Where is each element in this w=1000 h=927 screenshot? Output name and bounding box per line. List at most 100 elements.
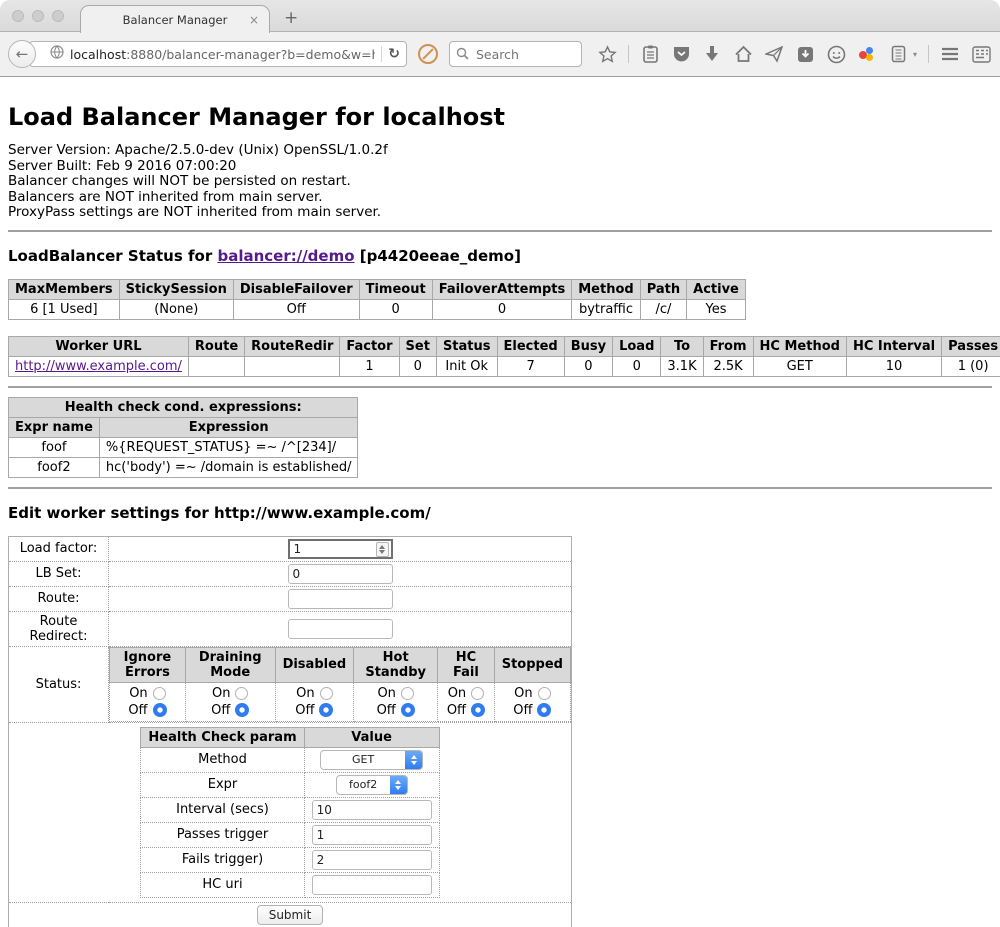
new-tab-button[interactable]: + (284, 8, 298, 28)
save-to-device-icon[interactable] (795, 44, 815, 64)
status-label: Status: (9, 646, 109, 722)
url-text[interactable]: localhost:8880/balancer-manager?b=demo&w… (70, 47, 375, 62)
notice-line: ProxyPass settings are NOT inherited fro… (8, 205, 992, 221)
back-button[interactable]: ← (8, 40, 36, 68)
keyboard-grid-icon[interactable] (971, 44, 991, 64)
disabled-on-radio[interactable] (320, 687, 333, 700)
table-header-row: Expr name Expression (9, 417, 358, 437)
server-version-line: Server Version: Apache/2.5.0-dev (Unix) … (8, 143, 992, 159)
stopped-on-radio[interactable] (538, 687, 551, 700)
select-arrows-icon (390, 776, 407, 794)
table-row: foof %{REQUEST_STATUS} =~ /^[234]/ (9, 437, 358, 457)
navigation-toolbar: ← localhost:8880/balancer-manager?b=demo… (0, 32, 1000, 77)
balancer-demo-link[interactable]: balancer://demo (217, 247, 354, 265)
hello-chat-icon[interactable] (826, 44, 846, 64)
route-redirect-row: Route Redirect: (9, 611, 572, 646)
ignore-errors-on-radio[interactable] (153, 687, 166, 700)
tab-title: Balancer Manager (123, 13, 228, 27)
edit-worker-form: Load factor: LB Set: Route: Route Redire… (8, 536, 572, 927)
toolbar-icons: ▾ (597, 44, 991, 64)
hc-fail-radios: On Off (438, 682, 495, 721)
pocket-icon[interactable] (671, 44, 691, 64)
stopped-radios: On Off (494, 682, 570, 721)
select-arrows-icon (405, 751, 422, 769)
table-row: 6 [1 Used] (None) Off 0 0 bytraffic /c/ … (9, 299, 746, 319)
firefox-account-icon[interactable] (857, 44, 877, 64)
status-table: Ignore Errors Draining Mode Disabled Hot… (109, 647, 571, 722)
ignore-errors-radios: On Off (110, 682, 186, 721)
browser-window: Balancer Manager × + ← localhost:8880/ba… (0, 0, 1000, 927)
passes-input[interactable] (312, 825, 432, 845)
home-icon[interactable] (733, 44, 753, 64)
window-controls[interactable] (12, 10, 64, 22)
minimize-window-icon[interactable] (32, 10, 44, 22)
menu-hamburger-icon[interactable] (940, 44, 960, 64)
passes-label: Passes trigger (141, 822, 304, 847)
route-input[interactable] (288, 589, 393, 609)
expr-row: Expr foof2 (141, 772, 439, 797)
reading-list-icon[interactable] (640, 44, 660, 64)
load-factor-row: Load factor: (9, 536, 572, 561)
status-row: Status: Ignore Errors Draining Mode Disa… (9, 646, 572, 722)
health-check-table: Health Check param Value Method GET (140, 727, 439, 898)
page-content: Load Balancer Manager for localhost Serv… (0, 103, 1000, 927)
expr-select[interactable]: foof2 (336, 775, 408, 795)
fails-label: Fails trigger) (141, 847, 304, 872)
table-caption-row: Health check cond. expressions: (9, 397, 358, 417)
table-row: http://www.example.com/ 1 0 Init Ok 7 0 … (9, 356, 1000, 376)
downloads-icon[interactable] (702, 44, 722, 64)
draining-mode-radios: On Off (185, 682, 275, 721)
zoom-window-icon[interactable] (52, 10, 64, 22)
chevron-down-icon[interactable]: ▾ (913, 50, 917, 59)
tab-balancer-manager[interactable]: Balancer Manager × (80, 5, 270, 33)
hc-uri-input[interactable] (312, 875, 432, 895)
load-factor-input-wrap (288, 539, 393, 559)
lb-status-heading: LoadBalancer Status for balancer://demo … (8, 247, 992, 265)
blocked-content-icon[interactable] (418, 44, 438, 64)
health-check-params-row: Health Check param Value Method GET (9, 722, 572, 902)
method-select[interactable]: GET (320, 750, 423, 770)
bookmark-star-icon[interactable] (597, 44, 617, 64)
hot-standby-on-radio[interactable] (401, 687, 414, 700)
expr-label: Expr (141, 772, 304, 797)
search-input[interactable] (474, 46, 564, 63)
draining-mode-on-radio[interactable] (235, 687, 248, 700)
divider (8, 386, 992, 388)
disabled-off-radio[interactable] (319, 703, 333, 717)
table-header-row: Health Check param Value (141, 727, 439, 747)
url-domain: localhost (70, 47, 126, 62)
sidebar-notes-icon[interactable] (888, 44, 908, 64)
interval-input[interactable] (312, 800, 432, 820)
worker-table: Worker URL Route RouteRedir Factor Set S… (8, 336, 1000, 377)
search-bar[interactable] (449, 41, 582, 67)
hc-fail-off-radio[interactable] (471, 703, 485, 717)
edit-worker-heading: Edit worker settings for http://www.exam… (8, 504, 992, 522)
url-bar[interactable]: localhost:8880/balancer-manager?b=demo&w… (29, 41, 407, 67)
ignore-errors-off-radio[interactable] (153, 703, 167, 717)
lb-set-row: LB Set: (9, 561, 572, 586)
draining-mode-off-radio[interactable] (235, 703, 249, 717)
notice-line: Balancers are NOT inherited from main se… (8, 190, 992, 206)
globe-icon (50, 45, 64, 63)
close-window-icon[interactable] (12, 10, 24, 22)
submit-button[interactable]: Submit (257, 905, 324, 925)
worker-url-link[interactable]: http://www.example.com/ (15, 359, 182, 374)
fails-input[interactable] (312, 850, 432, 870)
fails-row: Fails trigger) (141, 847, 439, 872)
hot-standby-off-radio[interactable] (401, 703, 415, 717)
page-title: Load Balancer Manager for localhost (8, 103, 992, 131)
divider (8, 230, 992, 232)
stopped-off-radio[interactable] (537, 703, 551, 717)
method-label: Method (141, 747, 304, 772)
route-redirect-input[interactable] (288, 619, 393, 639)
passes-row: Passes trigger (141, 822, 439, 847)
share-plane-icon[interactable] (764, 44, 784, 64)
hot-standby-radios: On Off (354, 682, 438, 721)
lb-set-input[interactable] (288, 564, 393, 584)
route-label: Route: (9, 586, 109, 611)
tab-close-icon[interactable]: × (249, 13, 259, 27)
hc-fail-on-radio[interactable] (471, 687, 484, 700)
number-stepper-icon[interactable] (376, 542, 389, 557)
reload-icon[interactable]: ↻ (388, 46, 400, 62)
table-header-row: Ignore Errors Draining Mode Disabled Hot… (110, 647, 571, 682)
